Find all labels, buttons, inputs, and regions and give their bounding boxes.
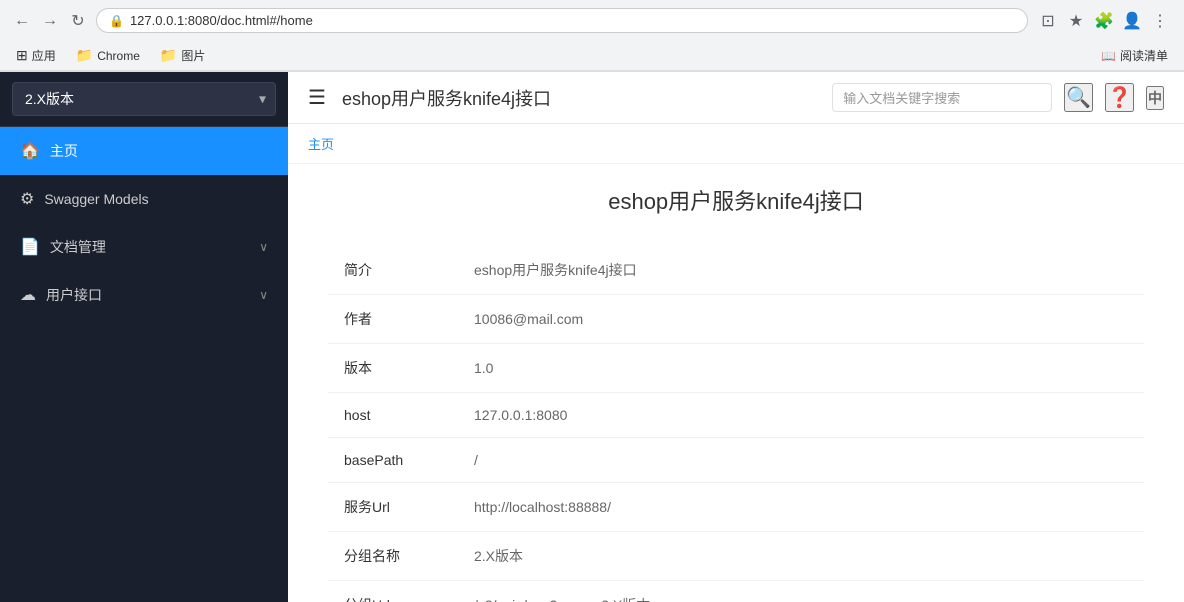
sidebar: 2.X版本 🏠 主页 ⚙ Swagger Models 📄 文档管理 ∨ ☁ 用…: [0, 72, 288, 602]
sidebar-item-user[interactable]: ☁ 用户接口 ∨: [0, 271, 288, 319]
reader-mode-button[interactable]: 📖 阅读清单: [1097, 45, 1172, 66]
sidebar-item-user-label: 用户接口: [46, 285, 102, 305]
chrome-label: Chrome: [97, 49, 140, 63]
bookmarks-bar: ⊞ 应用 📁 Chrome 📁 图片 📖 阅读清单: [0, 41, 1184, 71]
cast-button[interactable]: ⊡: [1036, 9, 1060, 33]
table-row: 服务Url http://localhost:88888/: [328, 483, 1144, 532]
table-row: host 127.0.0.1:8080: [328, 393, 1144, 438]
search-placeholder-text: 输入文档关键字搜索: [843, 88, 960, 107]
apps-bookmark[interactable]: ⊞ 应用: [12, 45, 60, 66]
breadcrumb: 主页: [288, 124, 1184, 164]
lock-icon: 🔒: [109, 14, 124, 28]
row-value-group-url: /v2/api-docs?group=2.X版本: [458, 581, 1144, 602]
app-container: 2.X版本 🏠 主页 ⚙ Swagger Models 📄 文档管理 ∨ ☁ 用…: [0, 72, 1184, 602]
row-value-host: 127.0.0.1:8080: [458, 393, 1144, 438]
sidebar-toggle-icon[interactable]: ☰: [308, 85, 326, 110]
row-value-author: 10086@mail.com: [458, 295, 1144, 344]
header-title: eshop用户服务knife4j接口: [342, 85, 832, 111]
chevron-down-icon-2: ∨: [259, 288, 268, 302]
info-table: 简介 eshop用户服务knife4j接口 作者 10086@mail.com …: [328, 246, 1144, 602]
content-body: eshop用户服务knife4j接口 简介 eshop用户服务knife4j接口…: [288, 164, 1184, 602]
row-label-intro: 简介: [328, 246, 458, 295]
row-value-group-name: 2.X版本: [458, 532, 1144, 581]
language-button[interactable]: 中: [1146, 86, 1164, 110]
home-icon: 🏠: [20, 141, 40, 161]
address-bar[interactable]: 🔒 127.0.0.1:8080/doc.html#/home: [96, 8, 1028, 33]
row-label-host: host: [328, 393, 458, 438]
row-label-version: 版本: [328, 344, 458, 393]
apps-grid-icon: ⊞: [16, 47, 28, 64]
row-label-author: 作者: [328, 295, 458, 344]
apps-label: 应用: [32, 47, 56, 64]
reader-label: 阅读清单: [1120, 47, 1168, 64]
chevron-down-icon: ∨: [259, 240, 268, 254]
profile-button[interactable]: 👤: [1120, 9, 1144, 33]
images-label: 图片: [181, 47, 205, 64]
doc-icon: 📄: [20, 237, 40, 257]
row-label-group-name: 分组名称: [328, 532, 458, 581]
browser-chrome: ← → ↻ 🔒 127.0.0.1:8080/doc.html#/home ⊡ …: [0, 0, 1184, 72]
row-label-group-url: 分组Url: [328, 581, 458, 602]
main-area: ☰ eshop用户服务knife4j接口 输入文档关键字搜索 🔍 ❓ 中 主页 …: [288, 72, 1184, 602]
header-actions: 🔍 ❓ 中: [1064, 83, 1164, 112]
refresh-button[interactable]: ↻: [68, 11, 88, 31]
page-title: eshop用户服务knife4j接口: [328, 184, 1144, 216]
help-button[interactable]: ❓: [1105, 83, 1134, 112]
browser-nav: ← → ↻ 🔒 127.0.0.1:8080/doc.html#/home ⊡ …: [0, 0, 1184, 41]
sidebar-nav: 🏠 主页 ⚙ Swagger Models 📄 文档管理 ∨ ☁ 用户接口 ∨: [0, 127, 288, 602]
url-text: 127.0.0.1:8080/doc.html#/home: [130, 13, 313, 28]
version-select[interactable]: 2.X版本: [12, 82, 276, 116]
row-label-basepath: basePath: [328, 438, 458, 483]
app-header: ☰ eshop用户服务knife4j接口 输入文档关键字搜索 🔍 ❓ 中: [288, 72, 1184, 124]
images-bookmark[interactable]: 📁 图片: [156, 45, 209, 66]
extensions-button[interactable]: 🧩: [1092, 9, 1116, 33]
table-row: 简介 eshop用户服务knife4j接口: [328, 246, 1144, 295]
cloud-icon: ☁: [20, 285, 36, 305]
row-value-basepath: /: [458, 438, 1144, 483]
chrome-folder-icon: 📁: [76, 47, 93, 64]
table-row: 分组Url /v2/api-docs?group=2.X版本: [328, 581, 1144, 602]
sidebar-select-wrapper: 2.X版本: [0, 72, 288, 127]
header-search[interactable]: 输入文档关键字搜索: [832, 83, 1052, 112]
table-row: basePath /: [328, 438, 1144, 483]
forward-button[interactable]: →: [40, 11, 60, 31]
bookmark-button[interactable]: ★: [1064, 9, 1088, 33]
row-value-intro: eshop用户服务knife4j接口: [458, 246, 1144, 295]
row-value-version: 1.0: [458, 344, 1144, 393]
sidebar-item-doc[interactable]: 📄 文档管理 ∨: [0, 223, 288, 271]
menu-button[interactable]: ⋮: [1148, 9, 1172, 33]
gear-icon: ⚙: [20, 189, 34, 209]
images-folder-icon: 📁: [160, 47, 177, 64]
sidebar-item-swagger-label: Swagger Models: [44, 191, 148, 207]
table-row: 作者 10086@mail.com: [328, 295, 1144, 344]
table-row: 版本 1.0: [328, 344, 1144, 393]
back-button[interactable]: ←: [12, 11, 32, 31]
search-button[interactable]: 🔍: [1064, 83, 1093, 112]
sidebar-item-home-label: 主页: [50, 141, 78, 161]
sidebar-item-home[interactable]: 🏠 主页: [0, 127, 288, 175]
breadcrumb-home-link[interactable]: 主页: [308, 137, 334, 152]
browser-actions: ⊡ ★ 🧩 👤 ⋮: [1036, 9, 1172, 33]
version-select-wrapper: 2.X版本: [12, 82, 276, 116]
row-value-service-url: http://localhost:88888/: [458, 483, 1144, 532]
sidebar-item-swagger[interactable]: ⚙ Swagger Models: [0, 175, 288, 223]
chrome-bookmark[interactable]: 📁 Chrome: [72, 45, 144, 66]
row-label-service-url: 服务Url: [328, 483, 458, 532]
content-area: 主页 eshop用户服务knife4j接口 简介 eshop用户服务knife4…: [288, 124, 1184, 602]
sidebar-item-doc-label: 文档管理: [50, 237, 106, 257]
reader-icon: 📖: [1101, 49, 1116, 63]
table-row: 分组名称 2.X版本: [328, 532, 1144, 581]
